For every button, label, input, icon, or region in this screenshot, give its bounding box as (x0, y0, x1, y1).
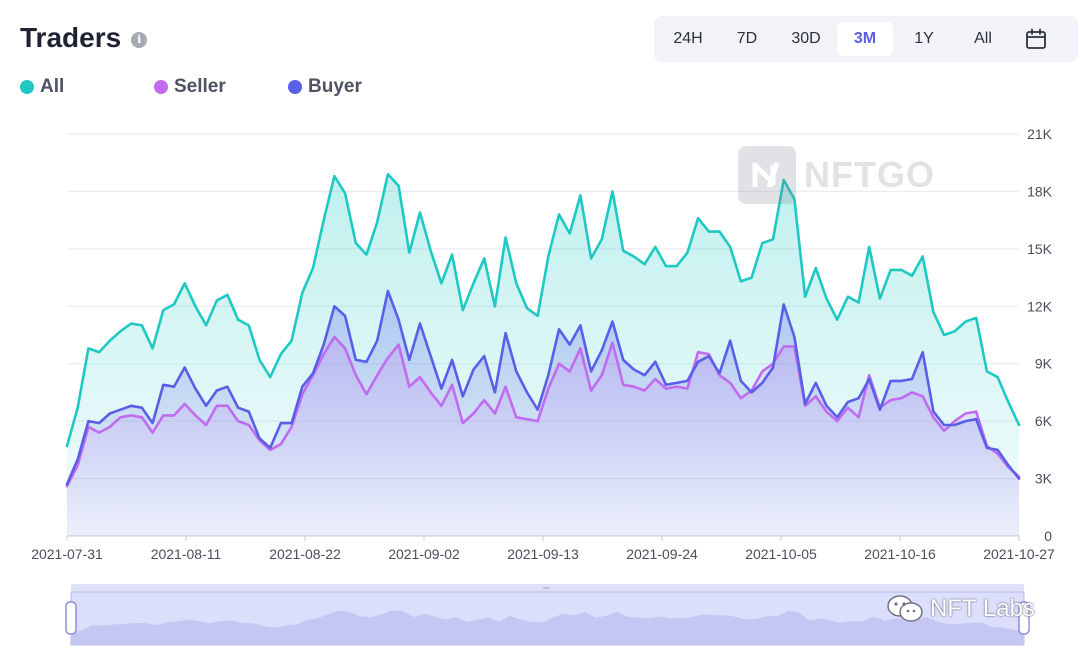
y-tick-label: 9K (1035, 356, 1053, 372)
y-tick-label: 12K (1027, 298, 1053, 314)
x-tick-label: 2021-08-11 (151, 546, 222, 562)
x-tick-label: 2021-10-16 (864, 546, 936, 562)
overlay-mark-text: NFT Labs (930, 595, 1035, 622)
x-tick-label: 2021-07-31 (31, 546, 103, 562)
wechat-icon (887, 595, 923, 622)
x-tick-label: 2021-09-24 (626, 546, 698, 562)
x-tick-label: 2021-09-13 (507, 546, 579, 562)
y-tick-label: 21K (1027, 126, 1053, 142)
traders-chart: 0 3K 6K 9K 12K 15K 18K 21K 2021-07-31 2021-08-11 2… (31, 126, 1055, 646)
watermark-text: NFTGO (804, 154, 935, 195)
x-tick-label: 2021-10-27 (983, 546, 1055, 562)
x-tick-label: 2021-08-22 (269, 546, 341, 562)
y-tick-label: 6K (1035, 413, 1053, 429)
nftgo-watermark: NFTGO (738, 146, 935, 204)
y-tick-label: 18K (1027, 183, 1053, 199)
x-tick-label: 2021-10-05 (745, 546, 817, 562)
nftgo-logo-icon (738, 146, 796, 204)
x-tick-label: 2021-09-02 (388, 546, 460, 562)
overlay-mark: NFT Labs (886, 594, 1035, 624)
y-tick-label: 3K (1035, 471, 1053, 487)
y-tick-label: 0 (1044, 528, 1052, 544)
y-tick-label: 15K (1027, 241, 1053, 257)
navigator-left-handle[interactable] (65, 601, 77, 635)
